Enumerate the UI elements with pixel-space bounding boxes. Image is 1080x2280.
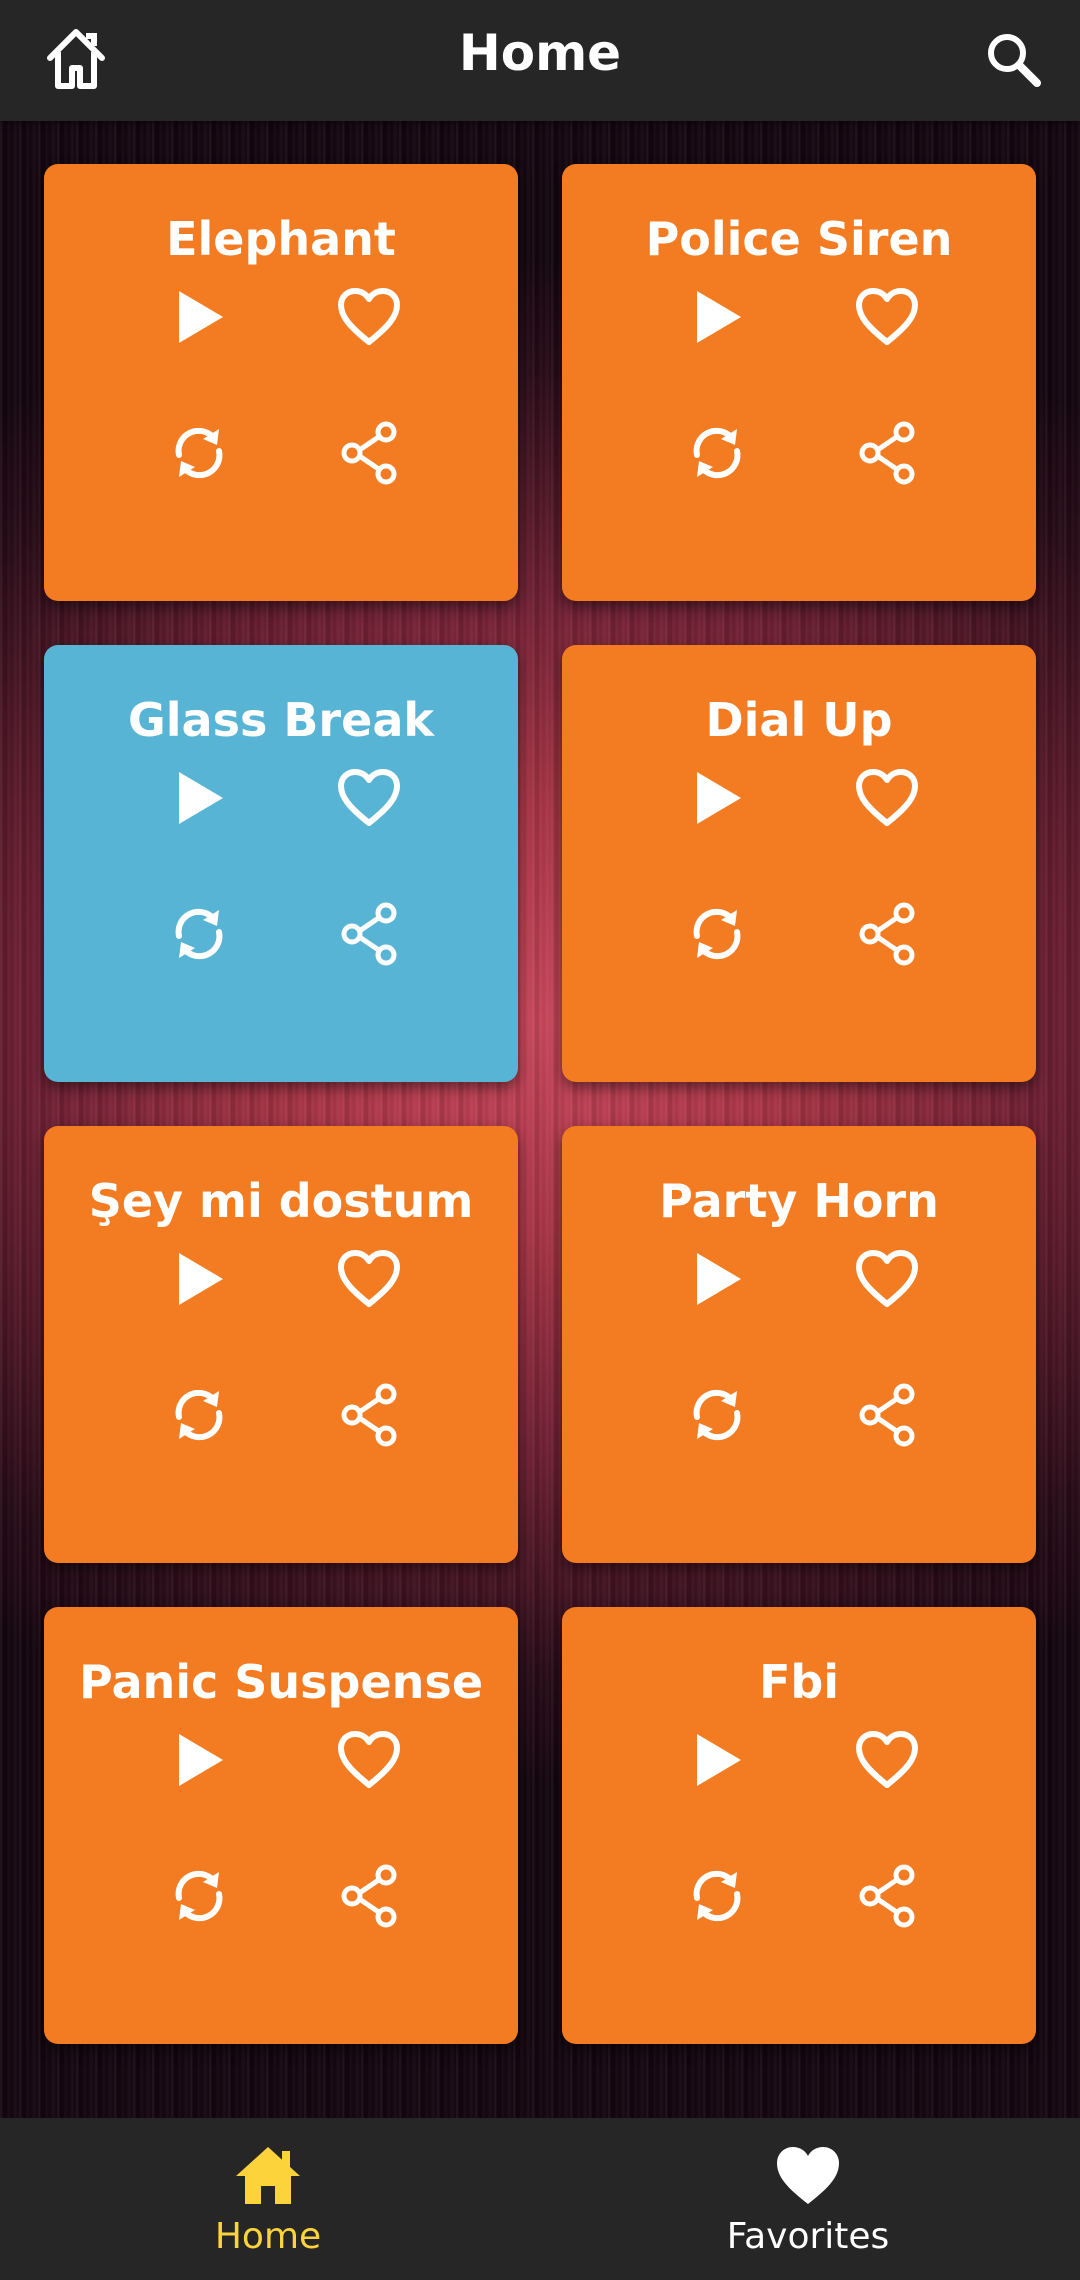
share-icon: [859, 1383, 915, 1447]
sound-card: Elephant: [44, 164, 518, 601]
sound-title: Panic Suspense: [78, 1655, 484, 1709]
play-button[interactable]: [154, 753, 244, 843]
share-button[interactable]: [842, 408, 932, 498]
share-icon: [341, 1383, 397, 1447]
share-button[interactable]: [324, 1851, 414, 1941]
loop-button[interactable]: [154, 1370, 244, 1460]
sound-grid: Elephant Police Siren Glass Break Dial U…: [0, 0, 1080, 2280]
play-icon: [697, 1734, 741, 1786]
nav-item-home[interactable]: Home: [118, 2118, 418, 2280]
search-icon[interactable]: [984, 30, 1042, 88]
home-filled-icon: [236, 2147, 300, 2204]
favorite-button[interactable]: [324, 1715, 414, 1805]
sound-card: Police Siren: [562, 164, 1036, 601]
heart-icon: [856, 1731, 918, 1788]
sound-card: Dial Up: [562, 645, 1036, 1082]
page-title: Home: [458, 24, 622, 82]
nav-label-home: Home: [214, 2216, 322, 2257]
play-button[interactable]: [154, 1715, 244, 1805]
loop-button[interactable]: [672, 889, 762, 979]
heart-icon: [856, 1250, 918, 1307]
loop-icon: [175, 908, 223, 960]
sound-card: Şey mi dostum: [44, 1126, 518, 1563]
loop-button[interactable]: [672, 408, 762, 498]
play-button[interactable]: [672, 1234, 762, 1324]
sound-card: Fbi: [562, 1607, 1036, 2044]
sound-title: Police Siren: [645, 212, 953, 266]
sound-title: Dial Up: [705, 693, 893, 747]
play-icon: [697, 1253, 741, 1305]
favorite-button[interactable]: [842, 1234, 932, 1324]
play-button[interactable]: [672, 1715, 762, 1805]
loop-icon: [693, 1389, 741, 1441]
heart-icon: [856, 769, 918, 826]
heart-icon: [338, 1731, 400, 1788]
share-button[interactable]: [324, 408, 414, 498]
sound-title: Fbi: [758, 1655, 840, 1709]
loop-button[interactable]: [154, 1851, 244, 1941]
top-app-bar: Home: [0, 0, 1080, 121]
share-icon: [859, 1864, 915, 1928]
share-button[interactable]: [842, 889, 932, 979]
share-button[interactable]: [842, 1370, 932, 1460]
loop-button[interactable]: [154, 889, 244, 979]
nav-item-favorites[interactable]: Favorites: [658, 2118, 958, 2280]
play-button[interactable]: [154, 1234, 244, 1324]
bottom-navigation: Home Favorites: [0, 2118, 1080, 2280]
heart-icon: [856, 288, 918, 345]
loop-icon: [693, 427, 741, 479]
sound-card: Panic Suspense: [44, 1607, 518, 2044]
share-icon: [341, 421, 397, 485]
share-icon: [859, 421, 915, 485]
sound-card: Party Horn: [562, 1126, 1036, 1563]
share-button[interactable]: [842, 1851, 932, 1941]
favorite-button[interactable]: [324, 272, 414, 362]
loop-button[interactable]: [154, 408, 244, 498]
loop-icon: [175, 427, 223, 479]
share-button[interactable]: [324, 1370, 414, 1460]
favorite-button[interactable]: [324, 753, 414, 843]
favorite-button[interactable]: [324, 1234, 414, 1324]
favorite-button[interactable]: [842, 753, 932, 843]
play-icon: [697, 291, 741, 343]
play-button[interactable]: [672, 272, 762, 362]
share-button[interactable]: [324, 889, 414, 979]
favorite-button[interactable]: [842, 272, 932, 362]
loop-icon: [175, 1870, 223, 1922]
nav-label-favorites: Favorites: [726, 2216, 890, 2257]
share-icon: [859, 902, 915, 966]
play-icon: [179, 1253, 223, 1305]
play-button[interactable]: [154, 272, 244, 362]
heart-icon: [338, 769, 400, 826]
loop-icon: [693, 1870, 741, 1922]
share-icon: [341, 902, 397, 966]
play-button[interactable]: [672, 753, 762, 843]
play-icon: [179, 1734, 223, 1786]
play-icon: [179, 291, 223, 343]
share-icon: [341, 1864, 397, 1928]
play-icon: [697, 772, 741, 824]
heart-filled-icon: [777, 2147, 839, 2204]
sound-title: Party Horn: [659, 1174, 939, 1228]
loop-button[interactable]: [672, 1851, 762, 1941]
heart-icon: [338, 1250, 400, 1307]
play-icon: [179, 772, 223, 824]
sound-title: Elephant: [166, 212, 396, 266]
sound-title: Şey mi dostum: [88, 1174, 474, 1228]
sound-card: Glass Break: [44, 645, 518, 1082]
loop-icon: [693, 908, 741, 960]
heart-icon: [338, 288, 400, 345]
sound-title: Glass Break: [128, 693, 434, 747]
favorite-button[interactable]: [842, 1715, 932, 1805]
loop-button[interactable]: [672, 1370, 762, 1460]
loop-icon: [175, 1389, 223, 1441]
